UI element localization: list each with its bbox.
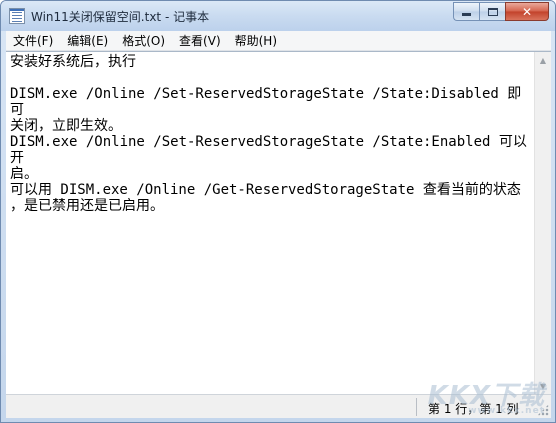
title-bar[interactable]: Win11关闭保留空间.txt - 记事本 ✕ [1,1,555,31]
notepad-icon[interactable] [9,8,25,24]
editor-pane: 安装好系统后，执行 DISM.exe /Online /Set-Reserved… [6,51,551,395]
menu-bar: 文件(F) 编辑(E) 格式(O) 查看(V) 帮助(H) [6,31,551,51]
window-title: Win11关闭保留空间.txt - 记事本 [31,10,210,24]
close-button[interactable]: ✕ [505,2,549,21]
caption-buttons: ✕ [453,2,549,21]
menu-view[interactable]: 查看(V) [172,31,228,51]
vertical-scrollbar[interactable]: ▲ ▼ [534,52,551,395]
menu-edit[interactable]: 编辑(E) [60,31,115,51]
maximize-icon [487,7,498,16]
text-editor[interactable]: 安装好系统后，执行 DISM.exe /Online /Set-Reserved… [6,52,534,395]
minimize-icon [462,13,471,16]
close-icon: ✕ [521,4,533,19]
scroll-down-icon[interactable]: ▼ [535,378,551,395]
resize-grip-icon[interactable] [537,404,549,416]
cursor-position: 第 1 行，第 1 列 [428,402,519,416]
status-bar: 第 1 行，第 1 列 KKX下载 www.kkx.net [6,381,551,418]
menu-file[interactable]: 文件(F) [6,31,60,51]
minimize-button[interactable] [453,2,479,21]
menu-format[interactable]: 格式(O) [115,31,172,51]
status-divider [416,398,417,416]
notepad-window: Win11关闭保留空间.txt - 记事本 ✕ 文件(F) 编辑(E) 格式(O… [0,0,556,423]
scroll-up-icon[interactable]: ▲ [535,52,551,69]
menu-help[interactable]: 帮助(H) [228,31,284,51]
maximize-button[interactable] [479,2,505,21]
